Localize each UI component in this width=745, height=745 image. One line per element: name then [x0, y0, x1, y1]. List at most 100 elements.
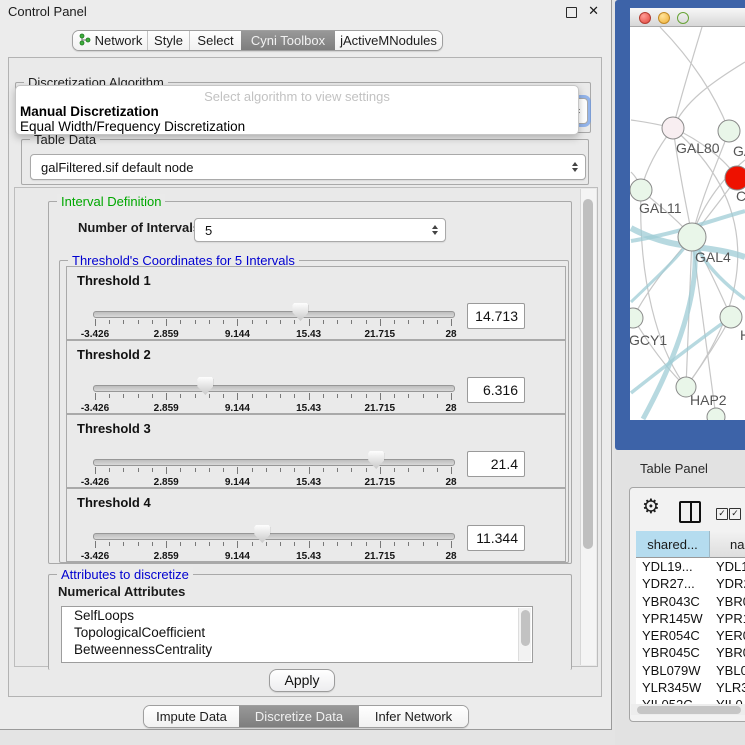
tab-label: Select	[197, 33, 233, 48]
slider-range: -3.4262.8599.14415.4321.71528	[95, 377, 451, 415]
network-node[interactable]	[725, 166, 745, 190]
close-traffic-light-icon[interactable]	[639, 12, 651, 24]
tab-network[interactable]: Network	[73, 31, 147, 50]
table-row[interactable]: YBR045CYBR0	[636, 644, 745, 661]
tick-label: 2.859	[154, 403, 179, 414]
gear-icon[interactable]: ⚙	[642, 497, 660, 517]
table-cell: YLR345W	[636, 679, 710, 696]
column-layout-icon[interactable]	[679, 501, 701, 523]
tick-label: 28	[445, 477, 456, 488]
threshold-value-field[interactable]: 14.713	[467, 303, 525, 329]
table-data-combobox[interactable]: galFiltered.sif default node	[30, 154, 586, 180]
control-panel-window: Control Panel ✕ NetworkStyleSelectCyni T…	[0, 0, 612, 730]
minimize-traffic-light-icon[interactable]	[658, 12, 670, 24]
group-title: Interval Definition	[57, 194, 165, 209]
table-cell: YBR0	[710, 644, 745, 661]
list-item[interactable]: BetweennessCentrality	[62, 641, 532, 658]
slider-range: -3.4262.8599.14415.4321.71528	[95, 451, 451, 489]
network-edge	[673, 27, 702, 128]
table-row[interactable]: YER054CYER0	[636, 627, 745, 644]
tick-label: 2.859	[154, 551, 179, 562]
tab-discretize-data[interactable]: Discretize Data	[239, 706, 359, 727]
network-view-frame: GAL80GACGAL11GAL4GCY1HHAP2	[615, 0, 745, 450]
threshold-slider[interactable]: -3.4262.8599.14415.4321.71528	[93, 451, 457, 489]
numerical-attributes-label: Numerical Attributes	[58, 584, 185, 599]
tick-label: 9.144	[225, 329, 250, 340]
table-column-header[interactable]: na	[710, 531, 745, 558]
dropdown-option[interactable]: Manual Discretization	[16, 104, 578, 119]
close-icon[interactable]: ✕	[588, 3, 599, 19]
tab-select[interactable]: Select	[189, 31, 241, 50]
network-node[interactable]	[720, 306, 742, 328]
apply-button[interactable]: Apply	[269, 669, 335, 692]
checkbox-icon[interactable]: ✓	[716, 508, 728, 520]
table-row[interactable]: YLR345WYLR3	[636, 679, 745, 696]
table-row[interactable]: YBR043CYBR0	[636, 593, 745, 610]
scrollbar-thumb[interactable]	[637, 706, 741, 714]
tab-jactivemnodules[interactable]: jActiveMNodules	[335, 31, 442, 50]
table-row[interactable]: YDL19...YDL1	[636, 558, 745, 575]
scrollbar-thumb[interactable]	[583, 199, 593, 549]
node-label: GAL4	[695, 249, 731, 265]
network-node[interactable]	[718, 120, 740, 142]
zoom-traffic-light-icon[interactable]	[677, 12, 689, 24]
network-node[interactable]	[630, 308, 643, 328]
table-row[interactable]: YPR145WYPR1	[636, 610, 745, 627]
slider-thumb[interactable]	[292, 303, 308, 321]
interval-definition-group: Interval Definition Number of Intervals …	[48, 201, 572, 564]
network-edge	[673, 62, 745, 128]
list-item[interactable]: TopologicalCoefficient	[62, 624, 532, 641]
table-panel-dock: Table Panel ⚙ ✓ ✓ shared...na YDL19...YD…	[615, 450, 745, 745]
threshold-value-field[interactable]: 11.344	[467, 525, 525, 551]
horizontal-scrollbar[interactable]	[631, 704, 745, 715]
threshold-slider[interactable]: -3.4262.8599.14415.4321.71528	[93, 525, 457, 563]
table-cell: YBR0	[710, 593, 745, 610]
table-row[interactable]: YDR27...YDR2	[636, 575, 745, 592]
number-of-intervals-value: 5	[205, 223, 212, 238]
vertical-scrollbar[interactable]	[580, 189, 596, 665]
dropdown-option[interactable]: Equal Width/Frequency Discretization	[16, 119, 578, 134]
tab-impute-data[interactable]: Impute Data	[144, 706, 239, 727]
tab-label: jActiveMNodules	[340, 33, 437, 48]
network-node[interactable]	[707, 408, 725, 420]
tab-infer-network[interactable]: Infer Network	[359, 706, 468, 727]
slider-thumb[interactable]	[254, 525, 270, 543]
tab-cyni-toolbox[interactable]: Cyni Toolbox	[241, 31, 335, 50]
threshold-value-field[interactable]: 6.316	[467, 377, 525, 403]
threshold-label: Threshold 4	[77, 495, 151, 510]
tick-label: 21.715	[365, 477, 396, 488]
table-column-header[interactable]: shared...	[636, 531, 710, 558]
table-toolbar: ⚙ ✓ ✓	[630, 488, 745, 531]
node-label: C	[736, 188, 745, 204]
threshold-value-field[interactable]: 21.4	[467, 451, 525, 477]
list-scrollbar[interactable]	[518, 608, 531, 661]
table-row[interactable]: YIL052CYIL0	[636, 696, 745, 704]
table-cell: YBR043C	[636, 593, 710, 610]
threshold-slider[interactable]: -3.4262.8599.14415.4321.71528	[93, 377, 457, 415]
dropdown-hint: Select algorithm to view settings	[16, 86, 578, 104]
table-row[interactable]: YBL079WYBL0	[636, 662, 745, 679]
number-of-intervals-combobox[interactable]: 5	[194, 218, 446, 242]
network-node[interactable]	[630, 179, 652, 201]
network-canvas[interactable]: GAL80GACGAL11GAL4GCY1HHAP2	[630, 27, 745, 420]
table-cell: YER054C	[636, 627, 710, 644]
network-graph[interactable]: GAL80GACGAL11GAL4GCY1HHAP2	[630, 27, 745, 420]
list-item[interactable]: SelfLoops	[62, 607, 532, 624]
slider-thumb[interactable]	[197, 377, 213, 395]
threshold-slider[interactable]: -3.4262.8599.14415.4321.71528	[93, 303, 457, 341]
numerical-attributes-list[interactable]: SelfLoopsTopologicalCoefficientBetweenne…	[61, 606, 533, 663]
network-node[interactable]	[678, 223, 706, 251]
table-cell: YIL052C	[636, 696, 710, 704]
network-node[interactable]	[662, 117, 684, 139]
table-panel-title: Table Panel	[640, 461, 708, 476]
network-window[interactable]: GAL80GACGAL11GAL4GCY1HHAP2	[630, 8, 745, 420]
tab-label: Network	[95, 33, 143, 48]
tab-style[interactable]: Style	[147, 31, 189, 50]
threshold-label: Threshold 3	[77, 421, 151, 436]
float-window-icon[interactable]	[566, 7, 577, 18]
attributes-group: Attributes to discretize Numerical Attri…	[48, 574, 572, 670]
threshold-panel: Threshold 2-3.4262.8599.14415.4321.71528…	[66, 340, 566, 414]
checkbox-icon[interactable]: ✓	[729, 508, 741, 520]
slider-thumb[interactable]	[368, 451, 384, 469]
table-cell: YBL0	[710, 662, 745, 679]
